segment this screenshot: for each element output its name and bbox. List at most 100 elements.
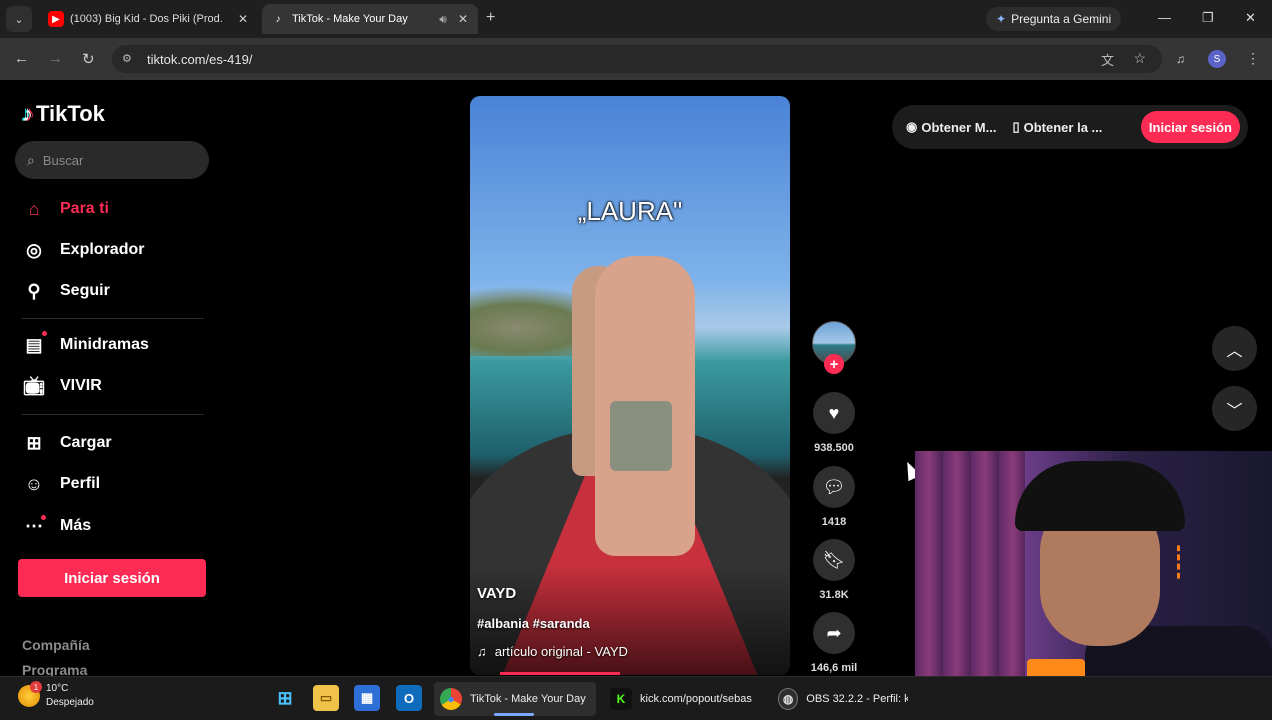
taskbar-app-label: kick.com/popout/sebas [640, 693, 752, 705]
film-icon: ▤ [25, 334, 43, 355]
weather-temp: 10°C [46, 683, 69, 694]
get-phone-app-button[interactable]: ▯ Obtener la ... [1012, 119, 1102, 135]
omnibox[interactable]: ⚙ tiktok.com/es-419/ 文 ☆ [112, 45, 1162, 73]
music-note-icon: ♫ [477, 644, 487, 659]
weather-widget[interactable]: 1 10°C Despejado [18, 681, 94, 710]
webcam-overlay [915, 451, 1272, 676]
restore-icon[interactable]: ❐ [1202, 10, 1214, 26]
outlook-icon[interactable]: O [396, 685, 422, 711]
forward-icon[interactable]: → [48, 50, 63, 67]
active-indicator [494, 713, 534, 716]
video-hashtags[interactable]: #albania #saranda [477, 616, 590, 631]
phone-icon: ▯ [1012, 119, 1020, 134]
bookmark-star-icon[interactable]: ☆ [1133, 50, 1146, 67]
nav-label: VIVIR [60, 377, 102, 394]
audio-playing-icon[interactable]: 🔊︎ [436, 12, 450, 27]
video-music[interactable]: ♫ artículo original - VAYD [477, 644, 628, 659]
next-video-button[interactable]: ﹀ [1212, 386, 1257, 431]
save-button[interactable]: 🔖︎ [813, 539, 855, 581]
minimize-icon[interactable]: — [1158, 10, 1171, 25]
previous-video-button[interactable]: ︿ [1212, 326, 1257, 371]
menu-kebab-icon[interactable]: ⋮ [1246, 50, 1260, 67]
gemini-button[interactable]: ✦ Pregunta a Gemini [986, 7, 1122, 31]
nav-para-ti[interactable]: ⌂ Para ti [22, 197, 109, 221]
weather-badge: 1 [30, 681, 42, 693]
gemini-label: Pregunta a Gemini [1011, 12, 1112, 26]
new-tab-button[interactable]: + [486, 9, 495, 27]
site-info-icon[interactable]: ⚙ [122, 52, 132, 65]
tab-list-button[interactable]: ⌄ [6, 6, 32, 32]
tiktok-logo[interactable]: ♪ TikTok [22, 101, 105, 127]
chrome-icon: ● [440, 688, 462, 710]
tab-tiktok[interactable]: ♪ TikTok - Make Your Day 🔊︎ ✕ [262, 4, 478, 34]
windows-taskbar: 1 10°C Despejado ⊞ ▭ ▦ O ● TikTok - Make… [0, 676, 1272, 720]
kick-icon: K [610, 688, 632, 710]
windows-start-icon[interactable]: ⊞ [272, 685, 298, 711]
nav-mas[interactable]: ⋯ Más [22, 514, 91, 538]
url-text[interactable]: tiktok.com/es-419/ [147, 52, 253, 67]
app-icon: ◉ [906, 119, 918, 134]
like-count: 938.500 [814, 442, 854, 454]
taskbar-app-chrome[interactable]: ● TikTok - Make Your Day [434, 682, 596, 716]
like-button[interactable]: ♥ [813, 392, 855, 434]
taskbar-app-obs[interactable]: ◍ OBS 32.2.2 - Perfil: kic [772, 682, 914, 716]
translate-icon[interactable]: 文 [1101, 50, 1114, 69]
notification-dot [42, 331, 47, 336]
nav-perfil[interactable]: ☺ Perfil [22, 472, 100, 496]
tiktok-icon: ♪ [275, 13, 281, 25]
follow-user-icon: ⚲ [27, 280, 41, 301]
notification-dot [41, 515, 46, 520]
reload-icon[interactable]: ↻ [82, 50, 95, 68]
sidebar-login-button[interactable]: Iniciar sesión [18, 559, 206, 597]
get-app-label: Obtener M... [921, 119, 997, 135]
follow-plus-icon[interactable]: + [824, 354, 844, 374]
nav-vivir[interactable]: 📺︎ VIVIR [22, 374, 102, 398]
nav-explorador[interactable]: ◎ Explorador [22, 238, 144, 262]
video-progress-bar[interactable] [500, 672, 620, 675]
music-title: artículo original - VAYD [494, 644, 628, 659]
nav-label: Cargar [60, 434, 112, 451]
taskbar-app-label: TikTok - Make Your Day [470, 693, 586, 705]
profile-icon: ☺ [24, 473, 44, 494]
nav-cargar[interactable]: ⊞ Cargar [22, 431, 112, 455]
taskbar-app-label: OBS 32.2.2 - Perfil: kic [806, 693, 908, 705]
compass-icon: ◎ [26, 239, 42, 260]
live-tv-icon: 📺︎ [22, 375, 46, 396]
media-control-icon[interactable]: ♫ [1176, 52, 1185, 66]
video-player[interactable]: „LAURA" VAYD #albania #saranda ♫ artícul… [470, 96, 790, 675]
nav-seguir[interactable]: ⚲ Seguir [22, 279, 109, 303]
tiktok-note-icon: ♪ [22, 101, 33, 126]
video-overlay-caption: „LAURA" [577, 196, 683, 226]
file-explorer-icon[interactable]: ▭ [313, 685, 339, 711]
nav-label: Perfil [60, 475, 101, 492]
share-count: 146,6 mil [810, 662, 858, 674]
search-box[interactable]: ⌕ [15, 141, 209, 179]
close-window-icon[interactable]: ✕ [1245, 10, 1256, 26]
close-icon[interactable]: ✕ [456, 12, 470, 26]
tab-youtube[interactable]: ▶ (1003) Big Kid - Dos Piki (Prod. ✕ [40, 4, 258, 34]
top-login-button[interactable]: Iniciar sesión [1140, 111, 1240, 143]
weather-desc: Despejado [46, 697, 94, 708]
close-icon[interactable]: ✕ [236, 12, 250, 26]
get-app-button[interactable]: ◉ Obtener M... [906, 119, 996, 135]
heart-icon: ♥ [828, 402, 840, 423]
gemini-icon: ✦ [996, 12, 1007, 26]
get-phone-app-label: Obtener la ... [1023, 119, 1103, 135]
taskbar-app-kick[interactable]: K kick.com/popout/sebas [604, 682, 760, 716]
share-button[interactable]: ➦ [813, 612, 855, 654]
nav-minidramas[interactable]: ▤ Minidramas [22, 333, 148, 357]
nav-label: Explorador [60, 241, 145, 258]
video-author[interactable]: VAYD [477, 585, 516, 602]
store-icon[interactable]: ▦ [354, 685, 380, 711]
back-icon[interactable]: ← [14, 50, 29, 67]
home-icon: ⌂ [28, 198, 40, 219]
video-scene-shorts [610, 401, 672, 471]
youtube-icon: ▶ [48, 11, 64, 27]
comment-button[interactable]: 💬︎ [813, 466, 855, 508]
search-input[interactable] [42, 152, 183, 168]
browser-tab-bar: ⌄ ▶ (1003) Big Kid - Dos Piki (Prod. ✕ ♪… [0, 0, 1272, 38]
footer-link-company[interactable]: Compañía [22, 637, 90, 653]
logo-text: TikTok [36, 101, 105, 126]
profile-avatar[interactable]: S [1208, 50, 1226, 68]
webcam-curtain [915, 451, 1025, 676]
